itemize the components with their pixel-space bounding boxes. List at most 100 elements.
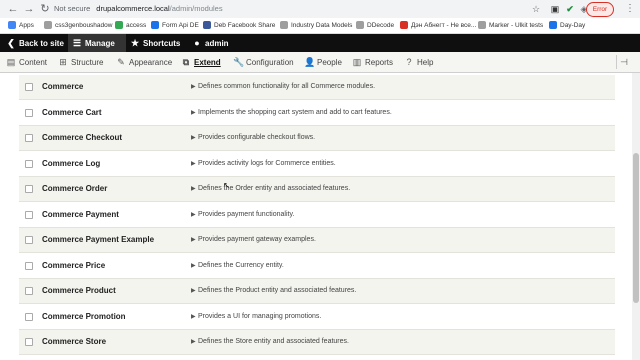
module-name[interactable]: Commerce Checkout [42, 126, 122, 150]
page-scrollbar[interactable] [632, 73, 640, 360]
module-checkbox[interactable] [25, 211, 33, 219]
error-badge[interactable]: Error [586, 2, 614, 17]
module-row[interactable]: Commerce Cart ▶ Implements the shopping … [19, 101, 615, 126]
bookmark-item[interactable]: css3genboushadow [44, 18, 112, 33]
module-checkbox[interactable] [25, 134, 33, 142]
tray-item-extend[interactable]: ⧉ Extend [181, 52, 221, 72]
module-description[interactable]: Defines the Product entity and associate… [198, 279, 356, 303]
expand-arrow-icon[interactable]: ▶ [191, 330, 196, 354]
module-row[interactable]: Commerce Payment ▶ Provides payment func… [19, 203, 615, 228]
expand-arrow-icon[interactable]: ▶ [191, 101, 196, 125]
menu-icon[interactable]: ⋮ [624, 2, 636, 16]
apps-icon [8, 21, 16, 30]
module-row[interactable]: Commerce Price ▶ Defines the Currency en… [19, 254, 615, 279]
module-checkbox[interactable] [25, 83, 33, 91]
expand-arrow-icon[interactable]: ▶ [191, 75, 196, 99]
module-name[interactable]: Commerce Store [42, 330, 106, 354]
back-to-site-link[interactable]: ❮ Back to site [2, 34, 64, 52]
user-button[interactable]: ● admin [188, 34, 228, 52]
page-icon [151, 21, 159, 30]
expand-arrow-icon[interactable]: ▶ [191, 126, 196, 150]
expand-arrow-icon[interactable]: ▶ [191, 254, 196, 278]
bookmark-item[interactable]: Apps [8, 18, 34, 33]
manage-tray: ▤ Content ⊞ Structure ✎ Appearance ⧉ Extend … [0, 52, 640, 73]
forward-arrow-icon[interactable]: → [22, 2, 36, 16]
module-name[interactable]: Commerce [42, 75, 83, 99]
tray-item-reports[interactable]: ▥ Reports [352, 52, 393, 72]
module-name[interactable]: Commerce Promotion [42, 305, 126, 329]
module-name[interactable]: Commerce Product [42, 279, 116, 303]
module-description[interactable]: Defines the Store entity and associated … [198, 330, 349, 354]
module-row[interactable]: Commerce ▶ Defines common functionality … [19, 75, 615, 100]
bookmark-item[interactable]: Marker - Ulkit tests [478, 18, 543, 33]
admin-toolbar: ❮ Back to site ☰ Manage ★ Shortcuts ● admin [0, 34, 640, 52]
bookmark-item[interactable]: Дэн Абнегт - Не все... [400, 18, 476, 33]
expand-arrow-icon[interactable]: ▶ [191, 177, 196, 201]
module-name[interactable]: Commerce Payment [42, 203, 119, 227]
module-row[interactable]: Commerce Store ▶ Defines the Store entit… [19, 330, 615, 355]
expand-arrow-icon[interactable]: ▶ [191, 279, 196, 303]
tray-item-appearance[interactable]: ✎ Appearance [116, 52, 172, 72]
manage-button[interactable]: ☰ Manage [68, 34, 126, 52]
tray-item-help[interactable]: ? Help [404, 52, 433, 72]
tray-item-configuration[interactable]: 🔧 Configuration [233, 52, 294, 72]
expand-arrow-icon[interactable]: ▶ [191, 228, 196, 252]
module-description[interactable]: Provides activity logs for Commerce enti… [198, 152, 336, 176]
module-description[interactable]: Provides configurable checkout flows. [198, 126, 315, 150]
people-icon: 👤 [304, 57, 316, 67]
youtube-icon [400, 21, 408, 30]
extend-icon: ⧉ [182, 57, 190, 67]
module-description[interactable]: Provides payment functionality. [198, 203, 294, 227]
module-name[interactable]: Commerce Log [42, 152, 100, 176]
hamburger-icon: ☰ [72, 38, 82, 48]
module-checkbox[interactable] [25, 236, 33, 244]
expand-arrow-icon[interactable]: ▶ [191, 305, 196, 329]
module-name[interactable]: Commerce Payment Example [42, 228, 154, 252]
bookmark-star-icon[interactable]: ☆ [530, 3, 542, 15]
url-path: /admin/modules [169, 4, 223, 13]
scrollbar-thumb[interactable] [633, 153, 639, 303]
bookmark-item[interactable]: DDecode [356, 18, 394, 33]
reload-icon[interactable]: ↻ [38, 2, 52, 16]
module-description[interactable]: Provides a UI for managing promotions. [198, 305, 321, 329]
bookmark-item[interactable]: Deb Facebook Share [203, 18, 275, 33]
bookmark-item[interactable]: Industry Data Models [280, 18, 352, 33]
module-checkbox[interactable] [25, 109, 33, 117]
tray-item-content[interactable]: ▤ Content [6, 52, 47, 72]
module-checkbox[interactable] [25, 262, 33, 270]
module-name[interactable]: Commerce Price [42, 254, 105, 278]
shortcuts-button[interactable]: ★ Shortcuts [126, 34, 180, 52]
tray-item-people[interactable]: 👤 People [304, 52, 342, 72]
checkmark-icon[interactable]: ✔ [564, 3, 576, 15]
tray-orientation-icon[interactable]: ⊣ [616, 55, 631, 69]
module-checkbox[interactable] [25, 160, 33, 168]
security-status[interactable]: Not secure [54, 4, 90, 13]
module-name[interactable]: Commerce Cart [42, 101, 102, 125]
bookmark-item[interactable]: Day-Day [549, 18, 585, 33]
module-description[interactable]: Provides payment gateway examples. [198, 228, 316, 252]
bookmark-item[interactable]: access [115, 18, 146, 33]
module-description[interactable]: Defines the Order entity and associated … [198, 177, 350, 201]
extension-icon[interactable]: ▣ [549, 3, 561, 15]
expand-arrow-icon[interactable]: ▶ [191, 203, 196, 227]
module-checkbox[interactable] [25, 185, 33, 193]
facebook-icon [203, 21, 211, 30]
tray-item-structure[interactable]: ⊞ Structure [58, 52, 103, 72]
module-description[interactable]: Defines common functionality for all Com… [198, 75, 375, 99]
module-row[interactable]: Commerce Promotion ▶ Provides a UI for m… [19, 305, 615, 330]
module-row[interactable]: Commerce Checkout ▶ Provides configurabl… [19, 126, 615, 151]
module-checkbox[interactable] [25, 338, 33, 346]
module-description[interactable]: Defines the Currency entity. [198, 254, 284, 278]
module-row[interactable]: Commerce Payment Example ▶ Provides paym… [19, 228, 615, 253]
back-arrow-icon[interactable]: ← [6, 2, 20, 16]
module-checkbox[interactable] [25, 287, 33, 295]
module-row[interactable]: Commerce Log ▶ Provides activity logs fo… [19, 152, 615, 177]
module-name[interactable]: Commerce Order [42, 177, 107, 201]
module-checkbox[interactable] [25, 313, 33, 321]
module-row[interactable]: Commerce Order ▶ Defines the Order entit… [19, 177, 615, 202]
bookmark-item[interactable]: Form Api DE [151, 18, 199, 33]
address-bar[interactable]: Not secure drupalcommerce.local/admin/mod… [54, 2, 576, 16]
expand-arrow-icon[interactable]: ▶ [191, 152, 196, 176]
module-row[interactable]: Commerce Product ▶ Defines the Product e… [19, 279, 615, 304]
module-description[interactable]: Implements the shopping cart system and … [198, 101, 392, 125]
